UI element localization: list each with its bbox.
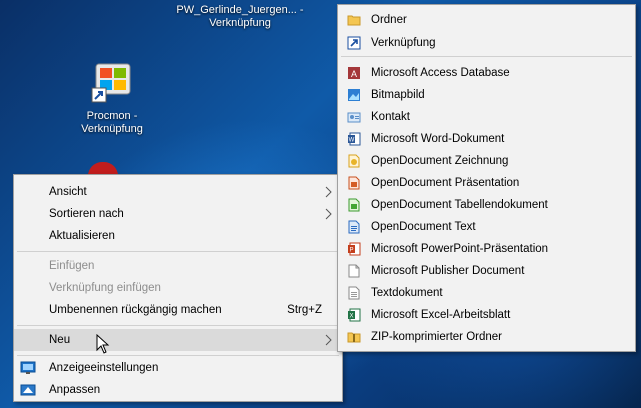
submenu-item-ordner[interactable]: Ordner bbox=[338, 9, 635, 31]
submenu-item-ods[interactable]: OpenDocument Tabellendokument bbox=[338, 194, 635, 216]
folder-icon bbox=[347, 15, 361, 26]
submenu-item-publisher[interactable]: Microsoft Publisher Document bbox=[338, 260, 635, 282]
odp-icon bbox=[348, 176, 360, 190]
menu-item-verknuepfung-einfuegen[interactable]: Verknüpfung einfügen bbox=[14, 277, 342, 299]
desktop-shortcut-label: PW_Gerlinde_Juergen... - Verknüpfung bbox=[176, 4, 304, 29]
shortcut-icon bbox=[347, 36, 361, 50]
contact-icon bbox=[347, 112, 361, 123]
procmon-icon bbox=[90, 60, 134, 104]
menu-item-ansicht[interactable]: Ansicht bbox=[14, 181, 342, 203]
menu-item-umbenennen-rueckgaengig[interactable]: Umbenennen rückgängig machen Strg+Z bbox=[14, 299, 342, 321]
desktop-context-menu: Ansicht Sortieren nach Aktualisieren Ein… bbox=[13, 174, 343, 402]
odt-icon bbox=[348, 220, 360, 234]
submenu-item-access[interactable]: A Microsoft Access Database bbox=[338, 62, 635, 84]
submenu-item-odp[interactable]: OpenDocument Präsentation bbox=[338, 172, 635, 194]
access-icon: A bbox=[348, 67, 360, 79]
desktop-shortcut-pw[interactable]: PW_Gerlinde_Juergen... - Verknüpfung bbox=[160, 4, 320, 30]
submenu-item-excel[interactable]: X Microsoft Excel-Arbeitsblatt bbox=[338, 304, 635, 326]
menu-separator bbox=[17, 355, 339, 356]
menu-separator bbox=[17, 325, 339, 326]
display-icon bbox=[20, 361, 36, 374]
mouse-cursor-icon bbox=[96, 334, 110, 354]
word-icon: W bbox=[348, 132, 361, 146]
menu-separator bbox=[341, 56, 632, 57]
odg-icon bbox=[348, 154, 360, 168]
submenu-item-odt[interactable]: OpenDocument Text bbox=[338, 216, 635, 238]
submenu-item-verknuepfung[interactable]: Verknüpfung bbox=[338, 32, 635, 54]
desktop-shortcut-procmon[interactable]: Procmon - Verknüpfung bbox=[62, 60, 162, 136]
ods-icon bbox=[348, 198, 360, 212]
desktop-shortcut-label-line2: Verknüpfung bbox=[81, 123, 143, 135]
submenu-item-powerpoint[interactable]: P Microsoft PowerPoint-Präsentation bbox=[338, 238, 635, 260]
desktop-shortcut-label-line1: Procmon - bbox=[86, 110, 138, 122]
publisher-icon bbox=[348, 264, 360, 278]
menu-separator bbox=[17, 251, 339, 252]
text-icon bbox=[348, 286, 360, 300]
svg-text:P: P bbox=[349, 248, 353, 254]
submenu-item-textdokument[interactable]: Textdokument bbox=[338, 282, 635, 304]
excel-icon: X bbox=[348, 308, 361, 322]
chevron-right-icon bbox=[325, 334, 332, 346]
powerpoint-icon: P bbox=[348, 242, 361, 256]
menu-item-sortieren-nach[interactable]: Sortieren nach bbox=[14, 203, 342, 225]
svg-text:W: W bbox=[349, 138, 355, 144]
menu-item-neu[interactable]: Neu bbox=[14, 329, 342, 351]
menu-item-einfuegen[interactable]: Einfügen bbox=[14, 255, 342, 277]
submenu-item-zip[interactable]: ZIP-komprimierter Ordner bbox=[338, 326, 635, 348]
svg-text:X: X bbox=[349, 314, 353, 320]
submenu-item-word[interactable]: W Microsoft Word-Dokument bbox=[338, 128, 635, 150]
svg-text:A: A bbox=[351, 69, 357, 79]
chevron-right-icon bbox=[325, 186, 332, 198]
new-submenu: Ordner Verknüpfung A Microsoft Access Da… bbox=[337, 4, 636, 352]
bitmap-icon bbox=[348, 89, 360, 101]
personalize-icon bbox=[20, 384, 36, 396]
menu-item-anzeigeeinstellungen[interactable]: Anzeigeeinstellungen bbox=[14, 357, 342, 379]
submenu-item-odg[interactable]: OpenDocument Zeichnung bbox=[338, 150, 635, 172]
menu-item-anpassen[interactable]: Anpassen bbox=[14, 379, 342, 401]
chevron-right-icon bbox=[325, 208, 332, 220]
menu-item-aktualisieren[interactable]: Aktualisieren bbox=[14, 225, 342, 247]
submenu-item-bitmapbild[interactable]: Bitmapbild bbox=[338, 84, 635, 106]
zip-icon bbox=[347, 332, 361, 343]
submenu-item-kontakt[interactable]: Kontakt bbox=[338, 106, 635, 128]
